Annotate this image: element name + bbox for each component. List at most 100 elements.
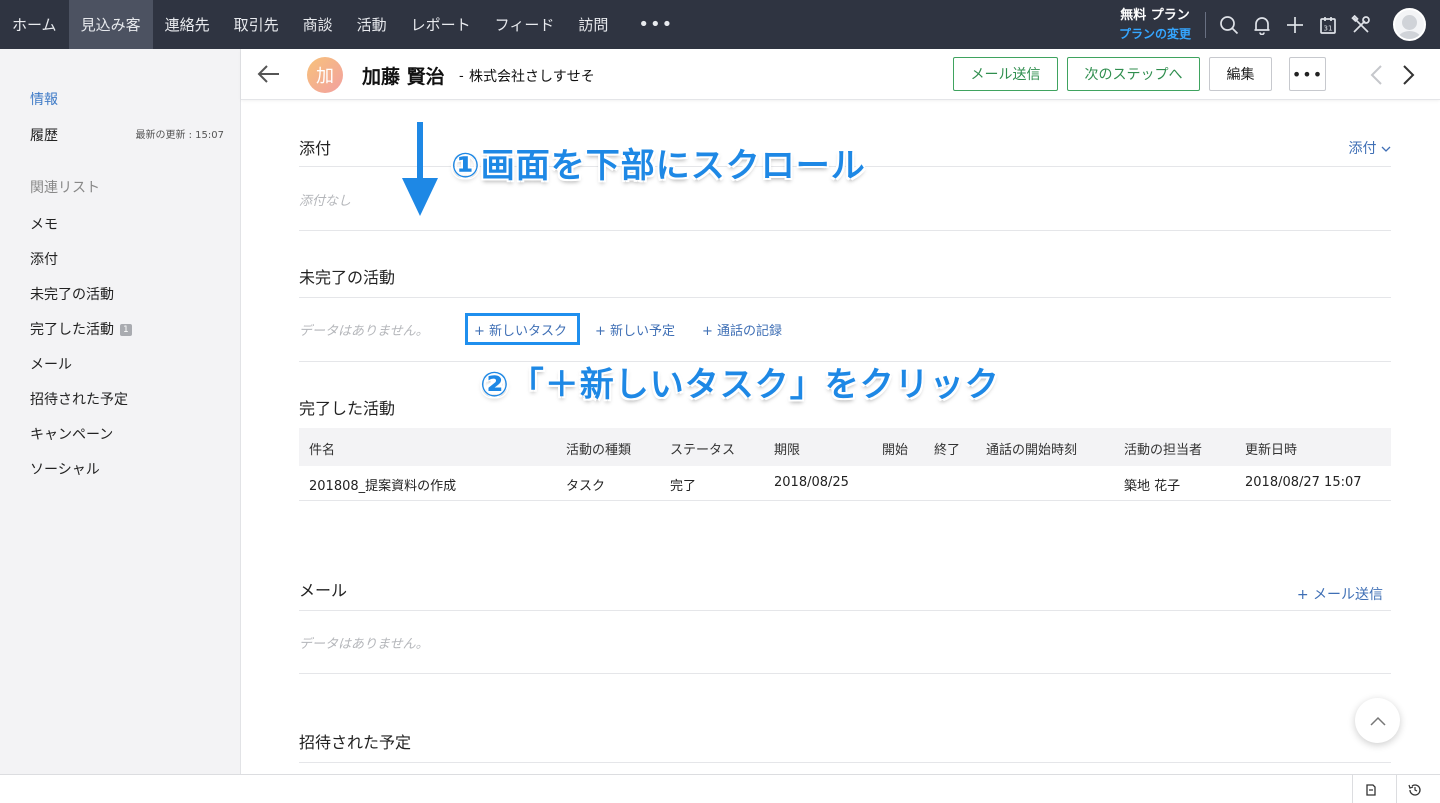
plus-icon: + xyxy=(595,324,606,339)
calendar-icon[interactable]: 31 xyxy=(1311,0,1344,49)
send-mail-button[interactable]: メール送信 xyxy=(953,57,1058,91)
plus-icon: + xyxy=(1296,587,1309,603)
closed-activities-section-title: 完了した活動 xyxy=(299,399,396,418)
plan-title: 無料 プラン xyxy=(1120,7,1190,23)
sidebar-item-history[interactable]: 履歴 xyxy=(30,125,58,145)
chevron-right-icon[interactable] xyxy=(1398,63,1418,87)
nav-accounts[interactable]: 取引先 xyxy=(222,0,291,49)
record-company: 株式会社さしすせそ xyxy=(469,69,595,85)
divider xyxy=(299,762,1391,763)
log-call-link[interactable]: + 通話の記録 xyxy=(702,320,782,339)
column-header[interactable]: 開始 xyxy=(882,439,908,458)
column-header[interactable]: 活動の種類 xyxy=(566,439,631,458)
sidebar-item-invited-events[interactable]: 招待された予定 xyxy=(30,389,128,409)
new-task-link[interactable]: + 新しいタスク xyxy=(474,320,567,339)
send-email-link[interactable]: + メール送信 xyxy=(1297,584,1383,604)
plan-info: 無料 プラン プランの変更 xyxy=(1119,6,1191,44)
setup-tools-icon[interactable] xyxy=(1344,0,1377,49)
nav-divider xyxy=(1205,11,1206,38)
more-actions-button[interactable]: ••• xyxy=(1289,57,1326,91)
nav-home[interactable]: ホーム xyxy=(0,0,69,49)
record-avatar: 加 xyxy=(307,57,343,93)
sidebar-item-campaigns[interactable]: キャンペーン xyxy=(30,424,113,444)
closed-activities-table-header: 件名 活動の種類 ステータス 期限 開始 終了 通話の開始時刻 活動の担当者 更… xyxy=(299,428,1391,466)
emails-empty: データはありません。 xyxy=(299,637,429,652)
attach-dropdown-label: 添付 xyxy=(1348,141,1377,157)
nav-deals[interactable]: 商談 xyxy=(291,0,345,49)
attach-dropdown[interactable]: 添付 xyxy=(1349,138,1391,158)
sidebar-item-closed-activities[interactable]: 完了した活動 1 xyxy=(30,319,132,339)
annotation-step1: ①画面を下部にスクロール xyxy=(451,146,866,186)
chevron-down-icon xyxy=(1381,146,1391,152)
record-name: 加藤 賢治 xyxy=(362,66,445,88)
nav-leads[interactable]: 見込み客 xyxy=(68,0,153,49)
log-call-label: 通話の記録 xyxy=(717,324,783,339)
chevron-left-icon[interactable] xyxy=(1367,63,1387,87)
notes-icon[interactable] xyxy=(1352,775,1389,803)
new-task-label: 新しいタスク xyxy=(489,324,568,339)
divider xyxy=(299,230,1391,231)
scroll-to-top-button[interactable] xyxy=(1355,698,1400,743)
divider xyxy=(299,297,1391,298)
activity-modified-cell: 2018/08/27 15:07 xyxy=(1245,475,1362,490)
nav-visits[interactable]: 訪問 xyxy=(566,0,620,49)
divider xyxy=(299,500,1391,501)
sidebar-item-label: 完了した活動 xyxy=(30,322,114,338)
record-header: 加 加藤 賢治 - 株式会社さしすせそ メール送信 次のステップへ 編集 ••• xyxy=(241,49,1440,100)
history-icon[interactable] xyxy=(1396,775,1433,803)
column-header[interactable]: ステータス xyxy=(670,439,735,458)
column-header[interactable]: 件名 xyxy=(309,439,335,458)
attachments-section-title: 添付 xyxy=(299,139,332,158)
top-nav: ホーム 見込み客 連絡先 取引先 商談 活動 レポート フィード 訪問 ••• … xyxy=(0,0,1440,49)
activity-type-cell: タスク xyxy=(566,479,606,494)
plan-change-link[interactable]: プランの変更 xyxy=(1119,25,1191,44)
emails-section-title: メール xyxy=(299,581,348,600)
activity-status-cell: 完了 xyxy=(670,479,697,494)
attachments-empty: 添付なし xyxy=(299,194,352,209)
nav-reports[interactable]: レポート xyxy=(399,0,483,49)
activity-owner-cell: 築地 花子 xyxy=(1124,479,1181,494)
sidebar-item-info[interactable]: 情報 xyxy=(30,89,58,109)
bottom-bar xyxy=(0,774,1440,803)
annotation-step2: ②「＋新しいタスク」をクリック xyxy=(480,365,1000,405)
divider xyxy=(299,673,1391,674)
open-activities-section-title: 未完了の活動 xyxy=(299,268,396,287)
column-header[interactable]: 更新日時 xyxy=(1245,439,1297,458)
sidebar-item-emails[interactable]: メール xyxy=(30,354,72,374)
calendar-day-label: 31 xyxy=(1323,24,1332,32)
bell-icon[interactable] xyxy=(1245,0,1278,49)
nav-activities[interactable]: 活動 xyxy=(345,0,399,49)
plus-icon[interactable] xyxy=(1278,0,1311,49)
nav-feeds[interactable]: フィード xyxy=(483,0,567,49)
back-arrow-icon[interactable] xyxy=(256,61,282,87)
sidebar-item-notes[interactable]: メモ xyxy=(30,214,58,234)
activity-due-cell: 2018/08/25 xyxy=(774,475,849,490)
column-header[interactable]: 期限 xyxy=(774,439,800,458)
record-separator: - xyxy=(459,69,464,84)
column-header[interactable]: 終了 xyxy=(934,439,960,458)
new-event-link[interactable]: + 新しい予定 xyxy=(595,320,675,339)
open-activities-empty: データはありません。 xyxy=(299,324,429,339)
column-header[interactable]: 活動の担当者 xyxy=(1124,439,1202,458)
activity-subject-link[interactable]: 201808_提案資料の作成 xyxy=(309,475,456,494)
scroll-down-arrow-icon xyxy=(402,122,438,216)
plus-icon: + xyxy=(702,324,713,339)
sidebar: 情報 履歴 最新の更新 : 15:07 関連リスト メモ 添付 未完了の活動 完… xyxy=(0,49,241,774)
divider xyxy=(299,610,1391,611)
last-updated-label: 最新の更新 : 15:07 xyxy=(135,130,224,141)
sidebar-item-open-activities[interactable]: 未完了の活動 xyxy=(30,284,114,304)
plus-icon: + xyxy=(474,324,485,339)
nav-more-button[interactable]: ••• xyxy=(620,0,691,49)
edit-button[interactable]: 編集 xyxy=(1209,57,1272,91)
nav-contacts[interactable]: 連絡先 xyxy=(153,0,222,49)
column-header[interactable]: 通話の開始時刻 xyxy=(986,439,1077,458)
user-avatar[interactable] xyxy=(1393,8,1426,41)
sidebar-item-attachments[interactable]: 添付 xyxy=(30,249,58,269)
related-list-heading: 関連リスト xyxy=(30,180,100,196)
search-icon[interactable] xyxy=(1212,0,1245,49)
next-step-button[interactable]: 次のステップへ xyxy=(1067,57,1200,91)
invited-events-section-title: 招待された予定 xyxy=(299,733,412,752)
send-email-label: メール送信 xyxy=(1313,587,1383,603)
sidebar-item-social[interactable]: ソーシャル xyxy=(30,459,100,479)
nav-right-tools: 無料 プラン プランの変更 31 xyxy=(1119,0,1440,49)
